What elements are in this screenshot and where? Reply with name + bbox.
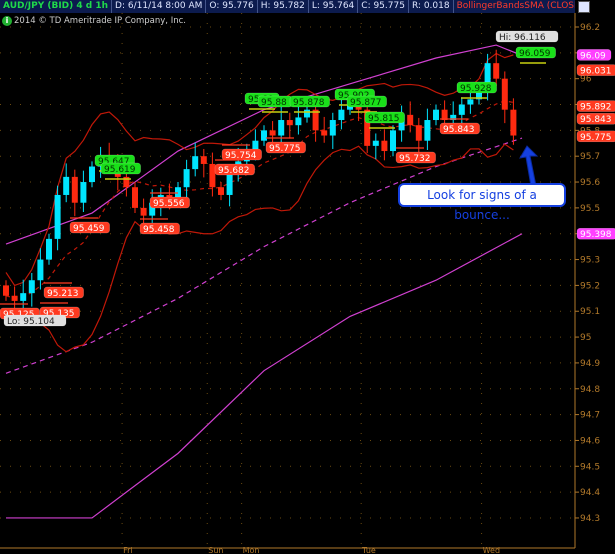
low-label: 95.458 xyxy=(143,225,175,235)
y-tick-label: 94.4 xyxy=(580,488,600,498)
arrow-icon xyxy=(519,145,539,187)
x-tick-label: Mon xyxy=(243,546,260,554)
candle-up xyxy=(458,104,465,115)
candle-down xyxy=(312,109,319,131)
candle-down xyxy=(321,130,328,136)
candle-down xyxy=(269,130,276,136)
high-label: 95.815 xyxy=(368,114,400,124)
hi-label: Hi: 96.116 xyxy=(499,33,546,43)
high-label: 95.88 xyxy=(261,98,287,108)
candle-down xyxy=(286,120,293,126)
y-tick-label: 94.5 xyxy=(580,462,600,472)
low-label: 95.732 xyxy=(399,154,431,164)
y-tick-label: 96.2 xyxy=(580,23,600,33)
candle-up xyxy=(183,169,190,188)
candle-up xyxy=(329,120,336,136)
candle-down xyxy=(3,285,9,296)
candle-up xyxy=(390,130,396,152)
candle-up xyxy=(46,238,52,260)
candle-down xyxy=(415,125,422,141)
price-chart[interactable]: 96.296.19695.995.895.795.695.595.495.395… xyxy=(0,0,615,554)
axis-price-bubble: 95.775 xyxy=(580,133,612,143)
candle-up xyxy=(80,182,87,203)
bollinger-upper xyxy=(5,52,514,287)
y-tick-label: 95.1 xyxy=(580,307,600,317)
y-tick-label: 95.6 xyxy=(580,178,600,188)
candle-down xyxy=(407,114,414,126)
y-tick-label: 94.6 xyxy=(580,436,600,446)
x-tick-label: Tue xyxy=(361,546,376,554)
x-tick-label: Wed xyxy=(483,546,500,554)
candle-up xyxy=(372,140,379,146)
candle-down xyxy=(71,176,78,203)
candle-down xyxy=(209,163,216,188)
y-tick-label: 94.9 xyxy=(580,359,600,369)
candle-down xyxy=(11,295,18,301)
candle-up xyxy=(192,156,199,170)
bollinger-lower xyxy=(5,143,514,353)
high-label: 96.059 xyxy=(519,49,551,59)
high-label: 95.878 xyxy=(293,98,325,108)
candle-down xyxy=(501,78,508,110)
low-label: 95.682 xyxy=(218,166,250,176)
candle-up xyxy=(54,194,61,239)
candle-up xyxy=(226,174,233,195)
candle-up xyxy=(433,109,439,121)
y-tick-label: 95 xyxy=(580,333,591,343)
high-label: 95.619 xyxy=(104,165,136,175)
axis-price-bubble: 96.09 xyxy=(580,51,606,61)
low-label: 95.775 xyxy=(269,144,301,154)
y-tick-label: 95.2 xyxy=(580,281,600,291)
low-label: 95.213 xyxy=(47,289,79,299)
candle-up xyxy=(20,293,27,301)
high-label: 95.928 xyxy=(460,84,492,94)
candle-up xyxy=(63,176,70,195)
candle-up xyxy=(278,120,285,136)
y-tick-label: 95.5 xyxy=(580,204,600,214)
axis-price-bubble: 95.398 xyxy=(580,230,612,240)
low-label: 95.843 xyxy=(443,125,475,135)
candle-up xyxy=(28,280,35,294)
candle-down xyxy=(493,63,500,79)
candle-down xyxy=(218,187,224,195)
x-tick-label: Sun xyxy=(208,546,223,554)
candle-up xyxy=(37,259,44,281)
y-tick-label: 94.3 xyxy=(580,514,600,524)
axis-price-bubble: 95.843 xyxy=(580,115,612,125)
candle-up xyxy=(261,130,267,141)
candle-up xyxy=(295,117,302,126)
annotation-callout: Look for signs of a bounce... xyxy=(398,183,566,222)
lo-label: Lo: 95.104 xyxy=(7,317,55,327)
candle-down xyxy=(200,156,207,164)
candle-up xyxy=(424,120,431,141)
y-tick-label: 95.3 xyxy=(580,256,600,266)
y-tick-label: 94.7 xyxy=(580,411,600,421)
low-label: 95.459 xyxy=(73,224,105,234)
high-label: 95.877 xyxy=(350,98,382,108)
y-tick-label: 94.8 xyxy=(580,385,600,395)
candle-up xyxy=(89,166,95,183)
candle-down xyxy=(510,109,517,136)
candle-down xyxy=(381,140,388,152)
outer-lower-band xyxy=(6,233,523,519)
candle-up xyxy=(467,99,474,105)
axis-price-bubble: 95.892 xyxy=(580,103,612,113)
low-label: 95.556 xyxy=(153,199,185,209)
y-tick-label: 95.7 xyxy=(580,152,600,162)
x-tick-label: Fri xyxy=(123,546,133,554)
axis-price-bubble: 96.031 xyxy=(580,67,612,77)
candle-up xyxy=(338,109,345,121)
candle-down xyxy=(140,207,147,216)
candle-up xyxy=(304,109,310,118)
candle-down xyxy=(132,187,138,208)
